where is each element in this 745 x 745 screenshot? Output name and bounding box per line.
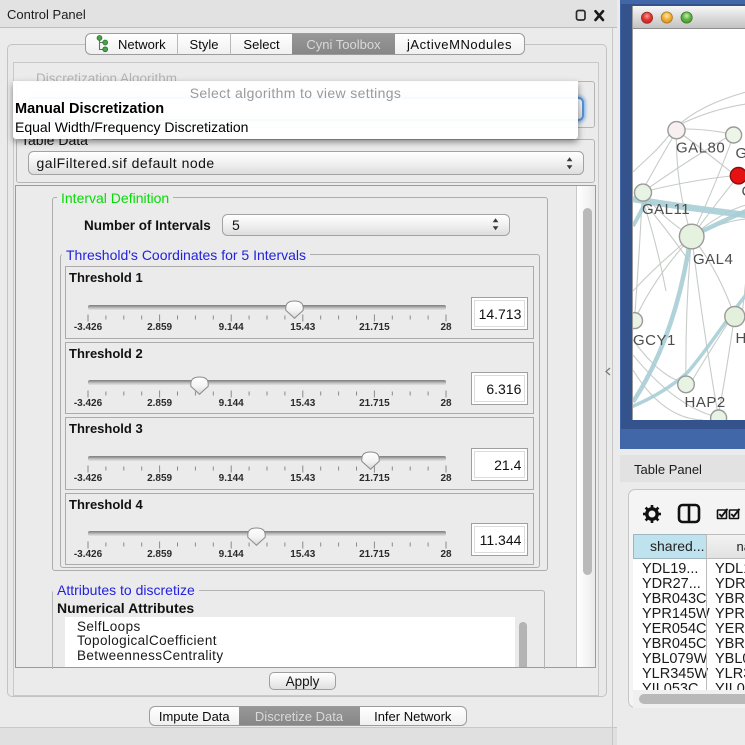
svg-text:HAP2: HAP2: [685, 394, 726, 411]
svg-text:H: H: [736, 330, 745, 347]
svg-text:GAL4: GAL4: [693, 251, 733, 268]
svg-text:CY: CY: [742, 183, 745, 200]
svg-text:GAL80: GAL80: [676, 140, 725, 157]
svg-text:GAL11: GAL11: [642, 201, 690, 218]
svg-text:GCY1: GCY1: [633, 332, 676, 349]
svg-text:GA: GA: [736, 145, 745, 162]
